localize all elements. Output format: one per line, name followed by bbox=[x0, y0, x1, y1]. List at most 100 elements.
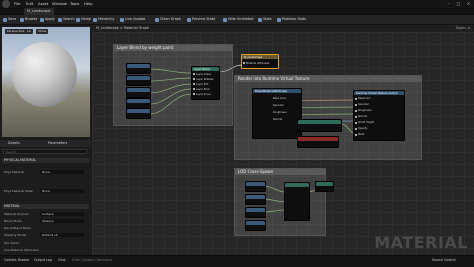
layer-blend-node[interactable]: Layer Blend Layer Grass Layer Pebbles La… bbox=[191, 66, 220, 100]
menu-edit[interactable]: Edit bbox=[26, 0, 33, 8]
save-button[interactable]: Save bbox=[3, 16, 16, 23]
search-button[interactable]: Search bbox=[58, 16, 75, 23]
comment-title-rvt: Render into Runtime Virtual Texture bbox=[235, 76, 421, 82]
pin-label: Layer Dirt bbox=[196, 82, 209, 86]
hide-icon bbox=[223, 17, 227, 22]
pin[interactable] bbox=[355, 116, 357, 118]
pin[interactable] bbox=[243, 62, 245, 64]
rvt-output-node[interactable]: Runtime Virtual Texture Output BaseColor… bbox=[353, 90, 405, 141]
prop-label-material-domain: Material Domain bbox=[4, 212, 29, 216]
material-output-title: M_Landscape bbox=[242, 55, 278, 59]
preview-sphere bbox=[12, 42, 77, 107]
break-material-attributes-node[interactable]: BreakMaterialAttributes Base Color Specu… bbox=[252, 88, 302, 139]
output-log-button[interactable]: Output Log bbox=[34, 257, 52, 264]
stats-button[interactable]: Stats bbox=[258, 16, 272, 23]
rvt-output-title: Runtime Virtual Texture Output bbox=[354, 91, 404, 95]
pin-label: Material Attributes bbox=[246, 61, 270, 65]
layer-input-node[interactable] bbox=[126, 75, 151, 86]
layer-blend-title: Layer Blend bbox=[192, 67, 219, 71]
hide-unrelated-button[interactable]: Hide Unrelated bbox=[223, 16, 253, 23]
layer-input-node[interactable] bbox=[126, 63, 151, 74]
maximize-button[interactable]: □ bbox=[454, 0, 463, 8]
break-node-title: BreakMaterialAttributes bbox=[253, 89, 301, 93]
lod-input-node[interactable] bbox=[245, 207, 266, 218]
lod-blend-node[interactable] bbox=[284, 182, 310, 221]
prop-value-material-domain[interactable]: Surface bbox=[40, 212, 84, 216]
lod-input-node[interactable] bbox=[245, 194, 266, 205]
pin-label: Normal bbox=[358, 115, 368, 118]
pin[interactable] bbox=[193, 78, 195, 80]
clean-graph-button[interactable]: Clean Graph bbox=[155, 16, 181, 23]
prop-value-phys-material-mask[interactable]: None bbox=[40, 189, 84, 193]
hierarchy-button[interactable]: Hierarchy bbox=[93, 16, 114, 23]
pin-label: BaseColor bbox=[358, 97, 371, 100]
material-graph-canvas[interactable]: Layer Blend by weight paint Render into … bbox=[92, 32, 474, 255]
material-output-node[interactable]: M_Landscape Material Attributes bbox=[241, 54, 279, 69]
section-material[interactable]: MATERIAL bbox=[2, 204, 89, 209]
lod-input-node[interactable] bbox=[245, 181, 266, 192]
prop-label-decal-blend-mode: Decal Blend Mode bbox=[4, 226, 32, 230]
console-command-input[interactable]: Enter Console Command bbox=[72, 257, 112, 264]
pin[interactable] bbox=[355, 122, 357, 124]
prop-value-blend-mode[interactable]: Opaque bbox=[40, 219, 84, 223]
live-update-icon bbox=[120, 17, 124, 22]
minimize-button[interactable]: – bbox=[444, 0, 453, 8]
prop-label-blend-mode: Blend Mode bbox=[4, 219, 22, 223]
layer-input-node[interactable] bbox=[126, 108, 151, 119]
close-button[interactable]: ✕ bbox=[464, 0, 473, 8]
platform-stats-button[interactable]: Platform Stats bbox=[277, 16, 306, 23]
world-height-node[interactable] bbox=[297, 119, 342, 132]
lod-input-node[interactable] bbox=[245, 220, 266, 231]
menu-asset[interactable]: Asset bbox=[38, 0, 48, 8]
save-icon bbox=[3, 17, 7, 22]
pin[interactable] bbox=[355, 110, 357, 112]
pin-label: Mask bbox=[358, 133, 365, 136]
prop-label-use-material-attributes: Use Material Attributes bbox=[4, 248, 39, 252]
pin[interactable] bbox=[193, 73, 195, 75]
preview-icon bbox=[187, 17, 191, 22]
menu-tools[interactable]: Tools bbox=[70, 0, 79, 8]
tab-details[interactable]: Details bbox=[8, 140, 20, 147]
menu-window[interactable]: Window bbox=[52, 0, 67, 8]
pin[interactable] bbox=[355, 98, 357, 100]
live-update-button[interactable]: Live Update bbox=[120, 16, 145, 23]
zoom-level: Zoom -4 bbox=[455, 26, 470, 30]
pin[interactable] bbox=[355, 104, 357, 106]
preview-state-button[interactable]: Preview State bbox=[187, 16, 215, 23]
content-drawer-button[interactable]: Content Drawer bbox=[4, 257, 29, 264]
menu-file[interactable]: File bbox=[14, 0, 20, 8]
graph-header: M_Landscape > Material Graph Zoom -4 bbox=[92, 25, 474, 32]
viewport-perspective-button[interactable]: Perspective bbox=[5, 29, 27, 34]
cmd-dropdown[interactable]: Cmd bbox=[58, 257, 65, 264]
prop-label-phys-material: Phys Material bbox=[4, 170, 25, 174]
lod-output-node[interactable] bbox=[315, 181, 334, 192]
pin-label: Layer Pebbles bbox=[196, 77, 214, 81]
breadcrumb[interactable]: M_Landscape > Material Graph bbox=[96, 25, 149, 32]
apply-button[interactable]: Apply bbox=[40, 16, 55, 23]
prop-value-shading-model[interactable]: Default Lit bbox=[40, 233, 84, 237]
viewport-lit-button[interactable]: Lit bbox=[25, 29, 33, 34]
menu-help[interactable]: Help bbox=[84, 0, 93, 8]
details-search-input[interactable]: Search bbox=[3, 149, 87, 154]
prop-label-two-sided: Two Sided bbox=[4, 241, 19, 245]
material-preview-viewport[interactable] bbox=[2, 27, 90, 137]
red-function-node[interactable] bbox=[297, 136, 339, 148]
viewport-show-button[interactable]: Show bbox=[36, 29, 49, 34]
section-physical-material[interactable]: PHYSICAL MATERIAL bbox=[2, 158, 89, 163]
pin[interactable] bbox=[193, 93, 195, 95]
pin[interactable] bbox=[355, 128, 357, 130]
stats-icon bbox=[258, 17, 262, 22]
layer-input-node[interactable] bbox=[126, 87, 151, 98]
tab-m-landscape[interactable]: M_Landscape bbox=[24, 8, 54, 15]
pin[interactable] bbox=[355, 134, 357, 136]
pin[interactable] bbox=[193, 83, 195, 85]
material-watermark: MATERIAL bbox=[374, 233, 468, 252]
browse-button[interactable]: Browse bbox=[20, 16, 37, 23]
home-button[interactable]: Home bbox=[76, 16, 91, 23]
pin[interactable] bbox=[193, 88, 195, 90]
tab-parameters[interactable]: Parameters bbox=[48, 140, 67, 147]
source-control-button[interactable]: Source Control bbox=[432, 257, 455, 264]
prop-value-phys-material[interactable]: None bbox=[40, 170, 84, 174]
pin-label: Opacity bbox=[358, 127, 368, 130]
pin-label: Specular bbox=[273, 104, 284, 107]
